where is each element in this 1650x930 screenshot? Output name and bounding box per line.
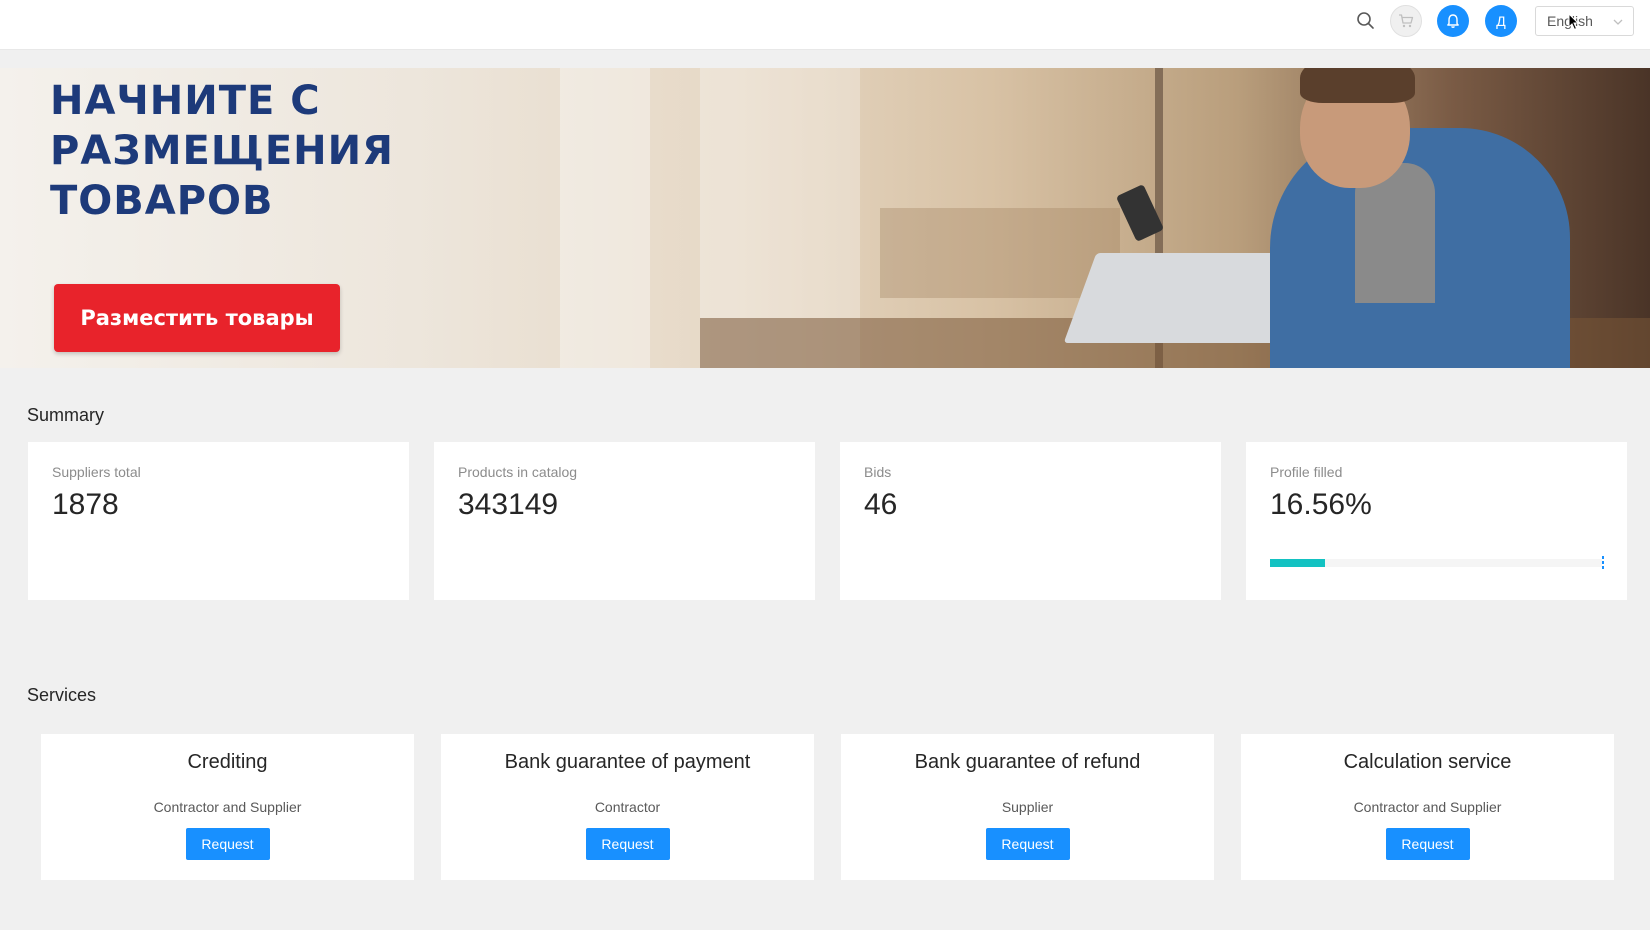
stat-value: 1878 [52, 488, 119, 521]
stat-card-profile-filled: Profile filled 16.56% [1246, 442, 1627, 600]
service-card-crediting: Crediting Contractor and Supplier Reques… [41, 734, 414, 880]
stat-card-bids: Bids 46 [840, 442, 1221, 600]
service-subtitle: Contractor [594, 799, 661, 815]
banner-headline: НАЧНИТЕ С РАЗМЕЩЕНИЯ ТОВАРОВ [50, 76, 394, 226]
stat-value: 16.56% [1270, 488, 1372, 521]
request-button[interactable]: Request [985, 828, 1070, 860]
service-card-calculation: Calculation service Contractor and Suppl… [1241, 734, 1614, 880]
profile-progress-end-marker [1602, 556, 1604, 570]
service-title: Crediting [187, 751, 268, 773]
service-title: Bank guarantee of payment [504, 751, 751, 773]
service-card-refund-guarantee: Bank guarantee of refund Supplier Reques… [841, 734, 1214, 880]
service-subtitle: Supplier [1001, 799, 1054, 815]
services-title: Services [27, 685, 97, 705]
place-products-button[interactable]: Разместить товары [54, 284, 340, 352]
request-button[interactable]: Request [1385, 828, 1470, 860]
service-subtitle: Contractor and Supplier [153, 799, 302, 815]
stat-label: Bids [864, 464, 892, 480]
service-title: Calculation service [1343, 751, 1512, 773]
stat-card-products: Products in catalog 343149 [434, 442, 815, 600]
stat-label: Profile filled [1270, 464, 1343, 480]
top-header: Д English [0, 0, 1650, 50]
promo-banner: НАЧНИТЕ С РАЗМЕЩЕНИЯ ТОВАРОВ Разместить … [0, 68, 1650, 368]
profile-progress-bar [1270, 556, 1604, 570]
summary-title: Summary [27, 405, 105, 425]
service-title: Bank guarantee of refund [914, 751, 1141, 773]
banner-headline-line: ТОВАРОВ [50, 178, 274, 224]
stat-label: Suppliers total [52, 464, 141, 480]
banner-headline-line: РАЗМЕЩЕНИЯ [50, 128, 394, 174]
search-icon[interactable] [1355, 10, 1377, 32]
user-avatar[interactable]: Д [1485, 5, 1517, 37]
service-card-payment-guarantee: Bank guarantee of payment Contractor Req… [441, 734, 814, 880]
notification-bell-icon[interactable] [1437, 5, 1469, 37]
language-select[interactable]: English [1535, 6, 1634, 36]
banner-background-window [560, 68, 650, 368]
profile-progress-fill [1270, 559, 1325, 567]
banner-headline-line: НАЧНИТЕ С [50, 78, 321, 124]
request-button[interactable]: Request [585, 828, 670, 860]
banner-person-hair [1300, 68, 1415, 103]
stat-card-suppliers: Suppliers total 1878 [28, 442, 409, 600]
request-button[interactable]: Request [185, 828, 270, 860]
stat-value: 46 [864, 488, 898, 521]
cart-icon[interactable] [1390, 5, 1422, 37]
language-select-value: English [1547, 13, 1593, 29]
stat-value: 343149 [458, 488, 559, 521]
service-subtitle: Contractor and Supplier [1353, 799, 1502, 815]
stat-label: Products in catalog [458, 464, 578, 480]
chevron-down-icon [1612, 15, 1624, 27]
